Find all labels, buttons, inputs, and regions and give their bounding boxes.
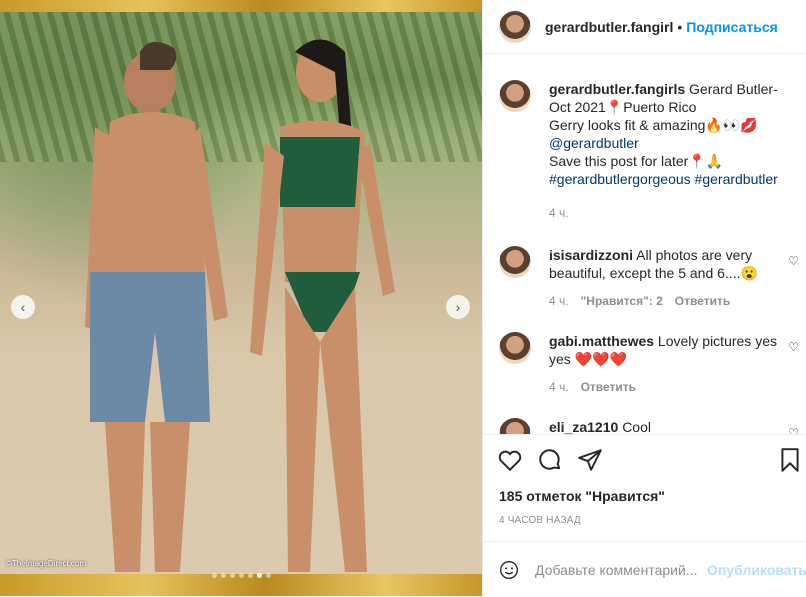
publish-button[interactable]: Опубликовать bbox=[707, 562, 806, 578]
like-heart-icon[interactable] bbox=[497, 447, 523, 473]
reply-button[interactable]: Ответить bbox=[581, 378, 636, 396]
caption-line3: Save this post for later📍🙏 bbox=[549, 153, 724, 169]
comment-body: isisardizzoni All photos are very beauti… bbox=[549, 246, 789, 310]
caption-meta: 4 ч. bbox=[549, 204, 791, 222]
chevron-right-icon: › bbox=[455, 299, 461, 315]
slide-dot bbox=[265, 573, 271, 578]
save-bookmark-icon[interactable] bbox=[777, 447, 803, 473]
photo-credit: ©TheImageDirect.com bbox=[6, 559, 87, 568]
caption-mention[interactable]: @gerardbutler bbox=[549, 135, 639, 151]
slide-dot bbox=[238, 573, 244, 578]
post-photo: ©TheImageDirect.com ‹ › bbox=[0, 12, 482, 574]
comment-row: isisardizzoni All photos are very beauti… bbox=[483, 246, 806, 310]
post-actions bbox=[483, 434, 806, 485]
add-comment-bar: Опубликовать bbox=[483, 541, 806, 597]
share-paper-plane-icon[interactable] bbox=[577, 447, 603, 473]
man-figure bbox=[85, 41, 228, 572]
slide-dot-active bbox=[256, 573, 262, 578]
caption-time: 4 ч. bbox=[549, 206, 569, 220]
header-separator: • bbox=[677, 18, 683, 35]
comment-bubble-icon[interactable] bbox=[537, 447, 563, 473]
caption-username[interactable]: gerardbutler.fangirls bbox=[549, 81, 685, 97]
caption-hashtags[interactable]: #gerardbutlergorgeous #gerardbutler bbox=[549, 171, 778, 187]
comment-likes[interactable]: "Нравится": 2 bbox=[581, 292, 663, 310]
comment-row: gabi.matthewes Lovely pictures yes yes ❤… bbox=[483, 332, 806, 396]
comment-time: 4 ч. bbox=[549, 380, 569, 394]
comment-username[interactable]: eli_za1210 bbox=[549, 419, 618, 434]
slide-dot bbox=[220, 573, 226, 578]
comment-meta: 4 ч. Ответить bbox=[549, 378, 789, 396]
comment-input[interactable] bbox=[533, 560, 702, 579]
caption: gerardbutler.fangirls Gerard Butler-Oct … bbox=[483, 80, 806, 222]
commenter-avatar[interactable] bbox=[499, 332, 531, 364]
slide-indicator bbox=[0, 573, 482, 578]
caption-line2: Gerry looks fit & amazing🔥👀💋 bbox=[549, 117, 758, 133]
commenter-avatar[interactable] bbox=[499, 418, 531, 434]
comments-list[interactable]: gerardbutler.fangirls Gerard Butler-Oct … bbox=[483, 54, 806, 434]
comment-username[interactable]: isisardizzoni bbox=[549, 247, 633, 263]
slide-dot bbox=[211, 573, 217, 578]
emoji-icon[interactable] bbox=[499, 557, 519, 583]
slide-dot bbox=[229, 573, 235, 578]
post-header: gerardbutler.fangirl • Подписаться bbox=[483, 0, 806, 54]
prev-slide-button[interactable]: ‹ bbox=[11, 295, 35, 319]
reply-button[interactable]: Ответить bbox=[675, 292, 730, 310]
comment-meta: 4 ч. "Нравится": 2 Ответить bbox=[549, 292, 789, 310]
author-username[interactable]: gerardbutler.fangirl bbox=[545, 19, 673, 35]
chevron-left-icon: ‹ bbox=[20, 299, 26, 315]
comment-row: eli_za1210 Cool ♡ bbox=[483, 418, 806, 434]
commenter-avatar[interactable] bbox=[499, 246, 531, 278]
like-comment-heart-icon[interactable]: ♡ bbox=[788, 254, 799, 268]
slide-dot bbox=[247, 573, 253, 578]
post-time: 4 ЧАСОВ НАЗАД bbox=[499, 515, 581, 526]
comment-body: gabi.matthewes Lovely pictures yes yes ❤… bbox=[549, 332, 789, 396]
comment-username[interactable]: gabi.matthewes bbox=[549, 333, 654, 349]
comment-text: Cool bbox=[622, 419, 651, 434]
next-slide-button[interactable]: › bbox=[446, 295, 470, 319]
comment-body: eli_za1210 Cool bbox=[549, 418, 789, 434]
caption-body: gerardbutler.fangirls Gerard Butler-Oct … bbox=[549, 80, 791, 222]
likes-count[interactable]: 185 отметок "Нравится" bbox=[499, 488, 665, 504]
caption-avatar[interactable] bbox=[499, 80, 531, 112]
author-avatar[interactable] bbox=[499, 10, 531, 43]
like-comment-heart-icon[interactable]: ♡ bbox=[788, 426, 799, 434]
like-comment-heart-icon[interactable]: ♡ bbox=[788, 340, 799, 354]
post-side-panel: gerardbutler.fangirl • Подписаться gerar… bbox=[482, 0, 806, 596]
woman-figure bbox=[250, 39, 395, 572]
follow-button[interactable]: Подписаться bbox=[686, 19, 778, 35]
comment-time: 4 ч. bbox=[549, 294, 569, 308]
gold-frame-top bbox=[0, 0, 482, 12]
